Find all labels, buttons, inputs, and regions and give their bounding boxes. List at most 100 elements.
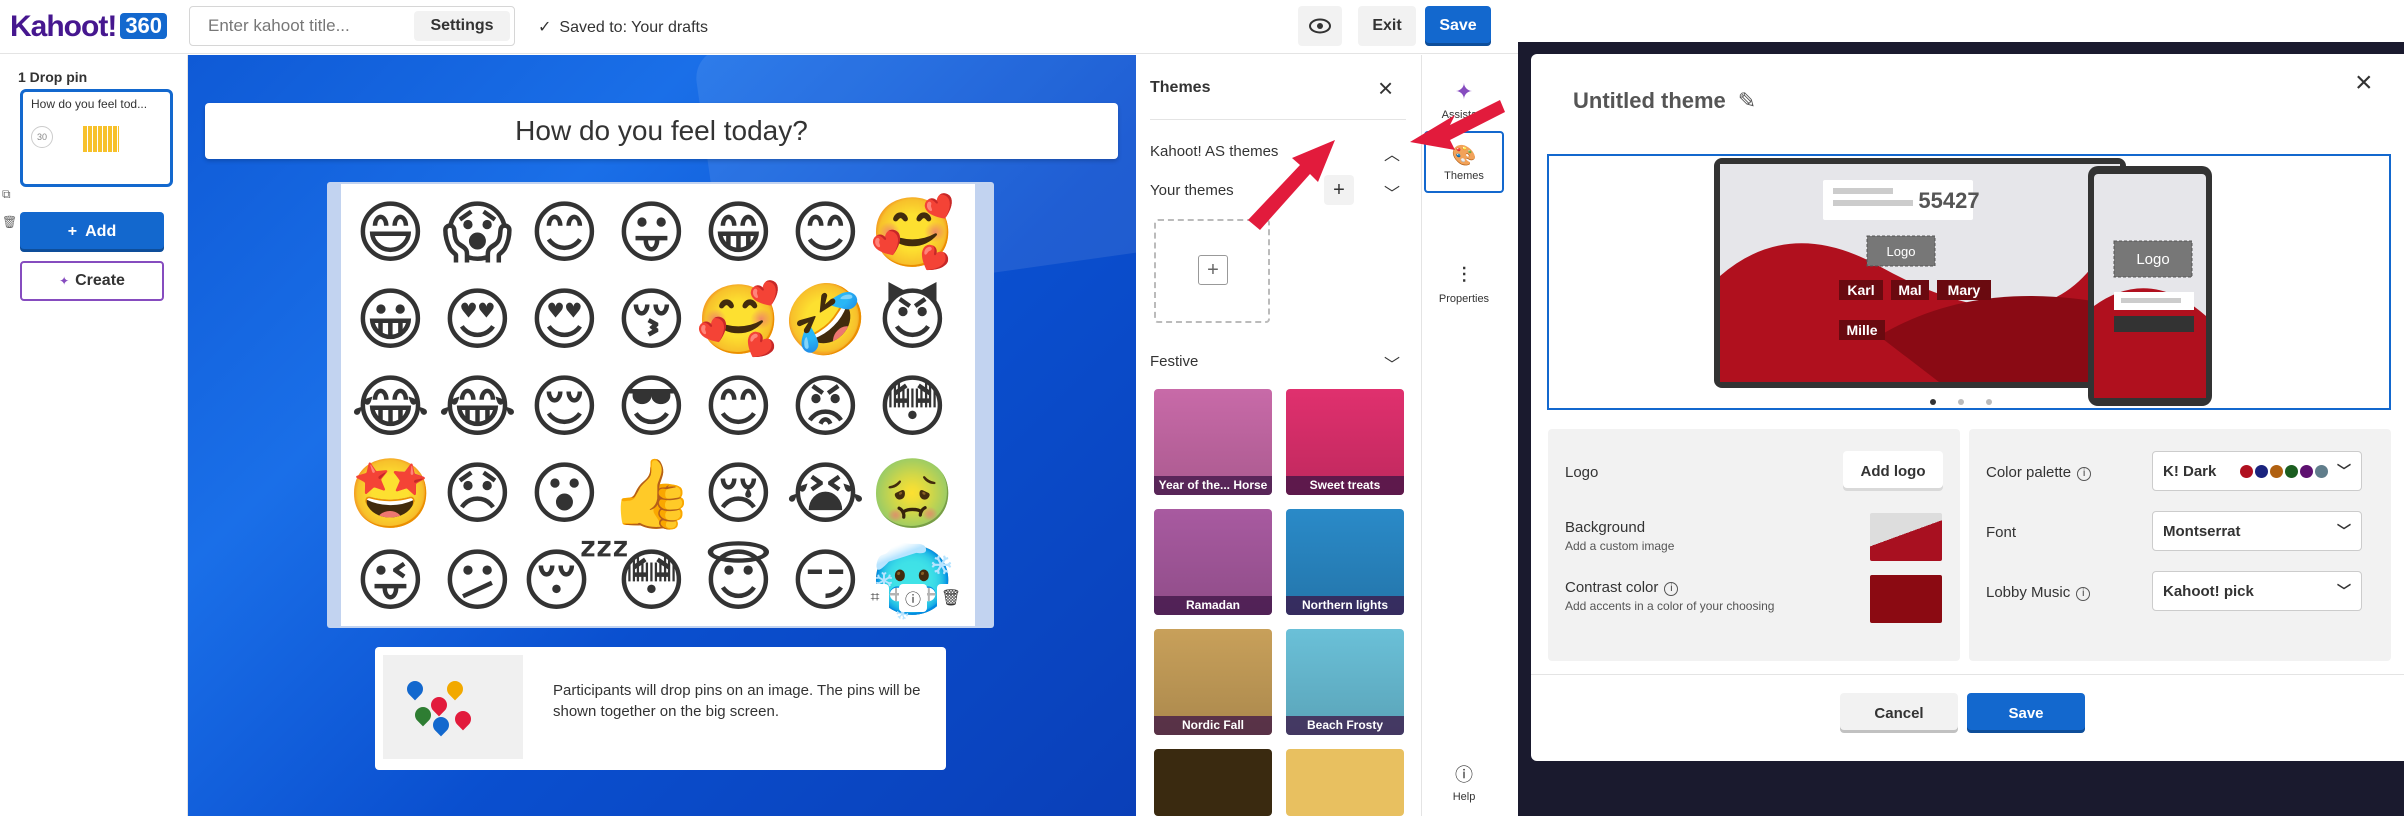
lobby-music-select[interactable]: Kahoot! pick ﹀ — [2152, 571, 2362, 611]
preview-mobile-logo-text: Logo — [2136, 251, 2169, 268]
emoji-29: 😜 — [355, 542, 426, 621]
preview-player-name: Mille — [1846, 322, 1877, 338]
crop-icon[interactable]: ⌗ — [861, 584, 889, 612]
modal-save-button[interactable]: Save — [1967, 693, 2085, 733]
kahoot-title-input[interactable] — [190, 16, 420, 36]
emoji-18: 😎 — [616, 368, 687, 447]
save-button[interactable]: Save — [1425, 6, 1491, 46]
add-logo-button[interactable]: Add logo — [1843, 451, 1943, 491]
palette-swatch — [2300, 464, 2314, 478]
emoji-20: 😡 — [790, 368, 861, 447]
pencil-icon[interactable]: ✎ — [1738, 88, 1756, 113]
create-button[interactable]: ✦ Create — [20, 261, 164, 301]
theme-card[interactable] — [1154, 749, 1272, 816]
emoji-26: 😢 — [703, 455, 774, 534]
emoji-7: 🥰 — [870, 194, 955, 273]
emoji-24: 😮 — [529, 455, 600, 534]
add-slide-button[interactable]: + Add — [20, 212, 164, 252]
color-palette-select[interactable]: K! Dark ﹀ — [2152, 451, 2362, 491]
contrast-color-picker[interactable] — [1870, 575, 1942, 623]
preview-button[interactable] — [1298, 6, 1342, 46]
palette-swatch — [2270, 464, 2284, 478]
theme-editor-modal: Untitled theme ✎ × 55427 Logo Karl Mal Ma… — [1531, 54, 2404, 761]
checkmark-icon: ✓ — [538, 19, 552, 36]
map-pins-illustration — [383, 655, 523, 759]
festive-section[interactable]: Festive ﹀ — [1150, 353, 1400, 374]
image-tools: ⌗ ⓘ 🗑 — [861, 584, 965, 612]
question-title[interactable]: How do you feel today? — [205, 103, 1118, 159]
emoji-2: 😱 — [442, 194, 513, 273]
preview-player-name: Mal — [1898, 282, 1921, 298]
close-icon[interactable]: × — [2355, 66, 2373, 100]
lobby-music-label: Lobby Music i — [1986, 584, 2091, 601]
theme-card[interactable]: Nordic Fall — [1154, 629, 1272, 735]
color-palette-swatches — [2240, 464, 2329, 478]
contrast-color-label: Contrast color i — [1565, 579, 1679, 596]
emoji-33: 😇 — [703, 542, 774, 621]
info-icon[interactable]: i — [2076, 587, 2091, 601]
drop-pin-info-card: Participants will drop pins on an image.… — [375, 647, 946, 770]
emoji-grid: 😄 😱 😊 😛 😁 😊 🥰 😀 😍 😍 😚 🥰 🤣 😈 😂 😂 😌 😎 😊 😡 😳 🤩 😞 😮 👍 😢 😭 🤢 😜 😕 😴 😳 😇 😏 🥶 — [347, 190, 956, 625]
palette-swatch — [2255, 464, 2269, 478]
question-image-frame[interactable]: 😄 😱 😊 😛 😁 😊 🥰 😀 😍 😍 😚 🥰 🤣 😈 😂 😂 😌 😎 😊 😡 😳 🤩 😞 😮 👍 😢 😭 🤢 😜 😕 😴 😳 😇 😏 🥶 ⌗ ⓘ … — [327, 182, 994, 628]
annotation-arrows — [1248, 100, 1505, 230]
theme-card-label: Sweet treats — [1286, 476, 1404, 495]
preview-game-pin: 55427 — [1918, 188, 1979, 213]
emoji-8: 😀 — [355, 281, 426, 360]
font-select[interactable]: Montserrat ﹀ — [2152, 511, 2362, 551]
preview-player-name: Mary — [1948, 282, 1981, 298]
emoji-27: 😭 — [785, 455, 866, 534]
trash-icon[interactable]: 🗑 — [2, 215, 17, 229]
sparkle-icon: ✦ — [59, 274, 70, 288]
logo-label: Logo — [1565, 464, 1599, 481]
trash-icon[interactable]: 🗑 — [937, 584, 965, 612]
cancel-button[interactable]: Cancel — [1840, 693, 1958, 733]
emoji-31: 😴 — [521, 542, 631, 621]
emoji-17: 😌 — [529, 368, 600, 447]
background-label: Background — [1565, 519, 1646, 536]
emoji-19: 😊 — [703, 368, 774, 447]
color-palette-label: Color palette i — [1986, 464, 2092, 481]
background-image-picker[interactable] — [1870, 513, 1942, 561]
duplicate-icon[interactable]: ⧉ — [2, 187, 11, 202]
chevron-down-icon: ﹀ — [2337, 523, 2351, 539]
plus-icon: + — [67, 223, 78, 240]
emoji-5: 😁 — [703, 194, 774, 273]
theme-preview: 55427 Logo Karl Mal Mary Mille Logo — [1547, 154, 2391, 410]
kahoot-logo[interactable]: Kahoot! 360 — [10, 10, 168, 44]
theme-settings-right: Color palette i K! Dark ﹀ Font Montserrat ﹀… — [1969, 429, 2391, 661]
timer-badge: 30 — [31, 126, 53, 148]
chevron-down-icon: ﹀ — [2337, 583, 2351, 599]
theme-card[interactable]: Year of the... Horse — [1154, 389, 1272, 495]
plus-icon: + — [1198, 255, 1228, 285]
slide-label: 1 Drop pin — [18, 69, 88, 85]
theme-card[interactable]: Sweet treats — [1286, 389, 1404, 495]
palette-swatch — [2285, 464, 2299, 478]
exit-button[interactable]: Exit — [1358, 6, 1416, 46]
theme-card[interactable]: Beach Frosty — [1286, 629, 1404, 735]
emoji-23: 😞 — [442, 455, 513, 534]
theme-card-label: Northern lights — [1286, 596, 1404, 615]
preview-player-name: Karl — [1847, 282, 1874, 298]
slide-thumbnail[interactable]: How do you feel tod... 30 — [20, 89, 173, 187]
theme-card-label: Nordic Fall — [1154, 716, 1272, 735]
slide-image-thumbnail — [83, 126, 119, 152]
contrast-color-sublabel: Add accents in a color of your choosing — [1565, 599, 1775, 613]
preview-pagination[interactable] — [1930, 399, 1992, 405]
info-icon[interactable]: i — [2077, 467, 2092, 481]
theme-card[interactable]: Northern lights — [1286, 509, 1404, 615]
theme-card[interactable]: Ramadan — [1154, 509, 1272, 615]
palette-swatch — [2240, 464, 2254, 478]
chevron-down-icon: ﹀ — [1383, 357, 1400, 374]
settings-button[interactable]: Settings — [414, 11, 510, 41]
info-icon[interactable]: ⓘ — [899, 584, 927, 612]
theme-card[interactable] — [1286, 749, 1404, 816]
theme-title[interactable]: Untitled theme ✎ — [1573, 88, 1756, 114]
help-button[interactable]: ⓘ Help — [1430, 761, 1498, 803]
preview-logo-text: Logo — [1887, 244, 1916, 259]
emoji-21: 😳 — [877, 368, 948, 447]
emoji-16: 😂 — [437, 368, 518, 447]
info-icon[interactable]: i — [1664, 582, 1679, 596]
modal-footer-divider — [1531, 674, 2404, 675]
top-bar: Kahoot!360 Settings ✓Saved to: Your draf… — [0, 0, 1518, 54]
